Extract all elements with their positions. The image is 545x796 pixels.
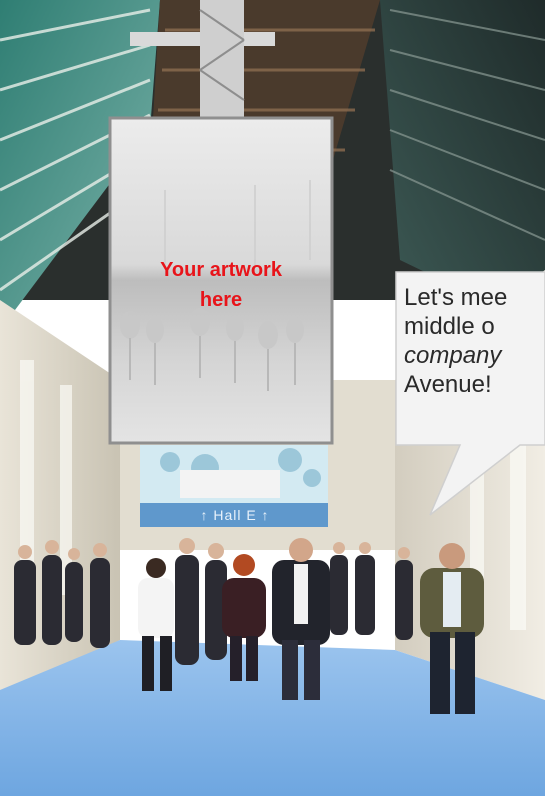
exhibition-hall-scene: Your artwork here Let's mee middle o com…	[0, 0, 545, 796]
artwork-line-1: Your artwork	[160, 259, 282, 281]
artwork-placeholder-text: Your artwork here	[113, 255, 329, 315]
bubble-line-3: company	[404, 342, 502, 369]
bubble-line-4: Avenue!	[404, 371, 492, 398]
artwork-line-2: here	[199, 289, 243, 311]
hall-sign: ↑ Hall E ↑	[200, 507, 270, 523]
bubble-line-2: middle o	[404, 313, 495, 340]
speech-bubble-text: Let's mee middle o company Avenue!	[404, 283, 545, 453]
bubble-line-1: Let's mee	[404, 284, 508, 311]
